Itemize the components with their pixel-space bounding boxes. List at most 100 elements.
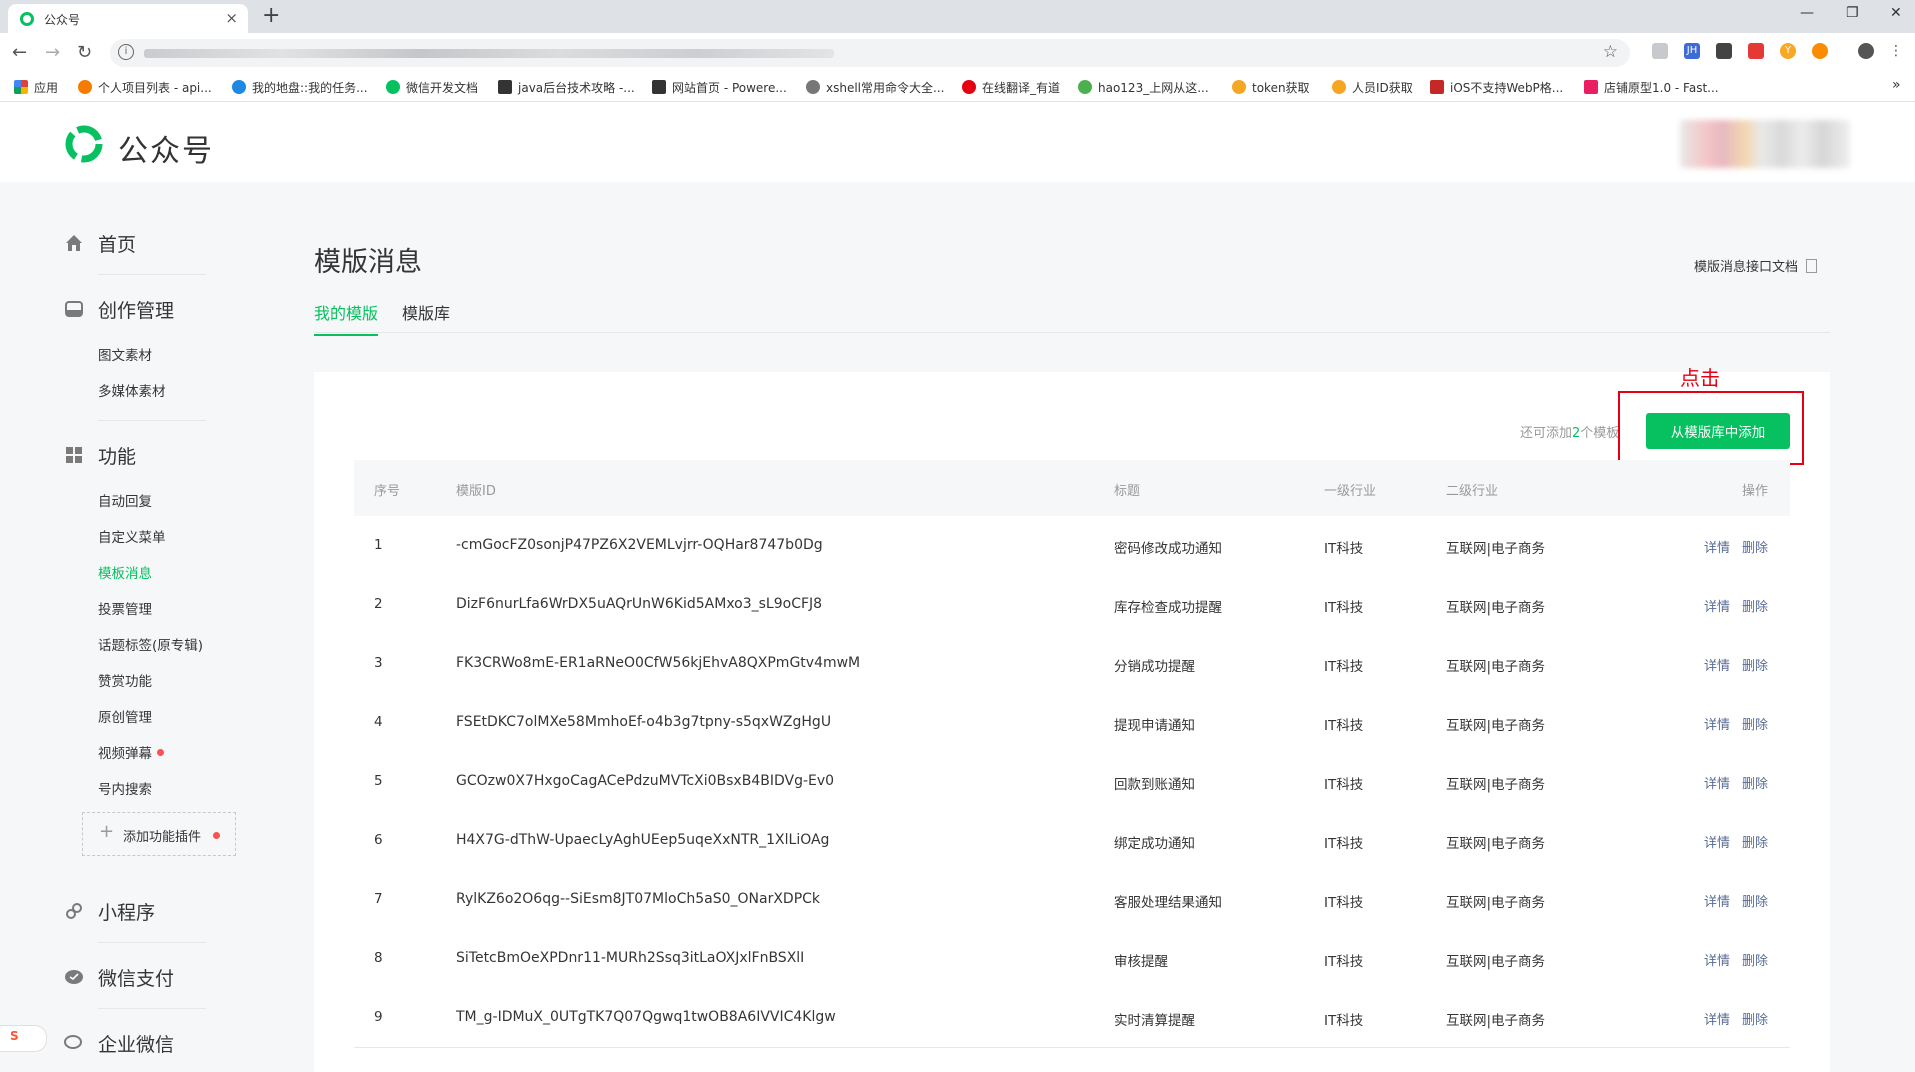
bookmark-star-icon[interactable]: ☆ <box>1603 42 1618 62</box>
bookmark-item[interactable]: 我的地盘::我的任务... <box>232 79 368 96</box>
sidebar-item-video-danmaku[interactable]: 视频弹幕 <box>98 742 164 762</box>
sidebar-item-topic-tags[interactable]: 话题标签(原专辑) <box>98 634 203 654</box>
work-wechat-icon <box>64 1035 82 1049</box>
sidebar-item-media[interactable]: 多媒体素材 <box>98 380 166 400</box>
bookmark-favicon-icon <box>1332 80 1346 94</box>
sidebar-item-reward[interactable]: 赞赏功能 <box>98 670 152 690</box>
detail-link[interactable]: 详情 <box>1704 832 1730 851</box>
extension-y-icon[interactable]: Y <box>1780 43 1796 59</box>
brand-title[interactable]: 公众号 <box>118 126 214 170</box>
sidebar-item-articles[interactable]: 图文素材 <box>98 344 152 364</box>
bookmark-item[interactable]: 微信开发文档 <box>386 79 478 96</box>
detail-link[interactable]: 详情 <box>1704 596 1730 615</box>
sidebar-item-search[interactable]: 号内搜索 <box>98 778 152 798</box>
column-header-actions: 操作 <box>1742 484 1769 499</box>
delete-link[interactable]: 删除 <box>1742 773 1768 792</box>
sidebar-item-vote[interactable]: 投票管理 <box>98 598 152 618</box>
extension-qr-icon[interactable] <box>1716 43 1732 59</box>
bookmark-item[interactable]: 店铺原型1.0 - Fast... <box>1584 79 1719 96</box>
detail-link[interactable]: 详情 <box>1704 1009 1730 1028</box>
cell-template-id: FK3CRWo8mE-ER1aRNeO0CfW56kjEhvA8QXPmGtv4… <box>456 655 861 671</box>
blurred-account-avatar[interactable] <box>1680 120 1850 168</box>
detail-link[interactable]: 详情 <box>1704 950 1730 969</box>
delete-link[interactable]: 删除 <box>1742 596 1768 615</box>
back-button[interactable]: ← <box>12 42 27 63</box>
mini-program-icon <box>66 903 82 919</box>
sidebar-item-auto-reply[interactable]: 自动回复 <box>98 490 152 510</box>
bookmark-favicon-icon <box>806 80 820 94</box>
extension-pdf-icon[interactable] <box>1748 43 1764 59</box>
detail-link[interactable]: 详情 <box>1704 537 1730 556</box>
cell-title: 客服处理结果通知 <box>1114 895 1222 911</box>
bookmark-item[interactable]: 个人项目列表 - api... <box>78 79 212 96</box>
bookmark-item[interactable]: hao123_上网从这... <box>1078 79 1209 96</box>
annotation-highlight-box <box>1618 391 1804 465</box>
profile-avatar-icon[interactable] <box>1858 43 1874 59</box>
api-doc-link[interactable]: 模版消息接口文档 <box>1694 256 1818 275</box>
delete-link[interactable]: 删除 <box>1742 891 1768 910</box>
delete-link[interactable]: 删除 <box>1742 537 1768 556</box>
cell-title: 分销成功提醒 <box>1114 659 1195 675</box>
cell-no: 4 <box>374 714 383 730</box>
browser-tab[interactable]: 公众号 × <box>8 4 248 33</box>
bookmark-favicon-icon <box>962 80 976 94</box>
bookmark-favicon-icon <box>386 80 400 94</box>
cell-title: 实时清算提醒 <box>1114 1013 1195 1029</box>
bookmarks-overflow-button[interactable]: » <box>1892 77 1901 93</box>
wechat-official-logo-icon[interactable] <box>64 124 104 164</box>
bookmark-item[interactable]: 在线翻译_有道 <box>962 79 1060 96</box>
extension-orange-icon[interactable] <box>1812 43 1828 59</box>
tab-my-templates[interactable]: 我的模版 <box>314 300 379 336</box>
bookmark-item[interactable]: 人员ID获取 <box>1332 79 1413 96</box>
bookmark-favicon-icon <box>78 80 92 94</box>
new-tab-button[interactable]: + <box>262 3 280 28</box>
close-tab-icon[interactable]: × <box>225 9 238 27</box>
delete-link[interactable]: 删除 <box>1742 1009 1768 1028</box>
cell-industry2: 互联网|电子商务 <box>1446 541 1546 557</box>
detail-link[interactable]: 详情 <box>1704 773 1730 792</box>
table-row: 3 FK3CRWo8mE-ER1aRNeO0CfW56kjEhvA8QXPmGtv… <box>354 634 1790 694</box>
cell-industry1: IT科技 <box>1324 600 1364 616</box>
cell-template-id: TM_g-IDMuX_0UTgTK7Q07Qgwq1twOB8A6IVVIC4K… <box>456 1009 836 1025</box>
address-bar[interactable]: i ☆ <box>110 39 1630 67</box>
reload-button[interactable]: ↻ <box>77 42 92 63</box>
forward-button[interactable]: → <box>45 42 60 63</box>
sidebar-item-template-message[interactable]: 模板消息 <box>98 562 152 582</box>
document-icon <box>1806 259 1818 273</box>
cell-industry1: IT科技 <box>1324 1013 1364 1029</box>
extension-tag-icon[interactable] <box>1652 43 1668 59</box>
detail-link[interactable]: 详情 <box>1704 891 1730 910</box>
delete-link[interactable]: 删除 <box>1742 655 1768 674</box>
extension-jh-icon[interactable]: JH <box>1684 43 1700 59</box>
tab-template-library[interactable]: 模版库 <box>402 300 450 334</box>
detail-link[interactable]: 详情 <box>1704 714 1730 733</box>
bookmark-item[interactable]: xshell常用命令大全... <box>806 79 944 96</box>
sidebar: 首页 创作管理 图文素材 多媒体素材 功能 自动回复 自定义菜单 模板消息 投票… <box>0 182 236 1056</box>
page-title: 模版消息 <box>314 247 422 278</box>
sidebar-item-custom-menu[interactable]: 自定义菜单 <box>98 526 166 546</box>
delete-link[interactable]: 删除 <box>1742 714 1768 733</box>
site-info-icon[interactable]: i <box>118 44 134 60</box>
restore-window-button[interactable]: ❐ <box>1846 5 1859 21</box>
cell-industry2: 互联网|电子商务 <box>1446 836 1546 852</box>
column-header-title: 标题 <box>1114 484 1141 499</box>
delete-link[interactable]: 删除 <box>1742 832 1768 851</box>
cell-industry1: IT科技 <box>1324 541 1364 557</box>
bookmark-item[interactable]: 网站首页 - Powere... <box>652 79 787 96</box>
close-window-button[interactable]: ✕ <box>1890 5 1902 21</box>
delete-link[interactable]: 删除 <box>1742 950 1768 969</box>
bookmark-apps[interactable]: 应用 <box>14 79 58 96</box>
cell-industry2: 互联网|电子商务 <box>1446 777 1546 793</box>
add-plugin-button[interactable]: + 添加功能插件 <box>82 812 236 856</box>
detail-link[interactable]: 详情 <box>1704 655 1730 674</box>
floating-badge[interactable]: S <box>0 1025 47 1052</box>
bookmark-item[interactable]: java后台技术攻略 -... <box>498 79 635 96</box>
browser-menu-icon[interactable]: ⋮ <box>1888 43 1904 59</box>
bookmark-favicon-icon <box>1232 80 1246 94</box>
bookmark-item[interactable]: token获取 <box>1232 79 1310 96</box>
table-header: 序号 模版ID 标题 一级行业 二级行业 操作 <box>354 460 1790 516</box>
minimize-window-button[interactable]: — <box>1800 5 1814 21</box>
bookmark-item[interactable]: iOS不支持WebP格... <box>1430 79 1563 96</box>
sidebar-item-original[interactable]: 原创管理 <box>98 706 152 726</box>
bookmark-favicon-icon <box>1430 80 1444 94</box>
